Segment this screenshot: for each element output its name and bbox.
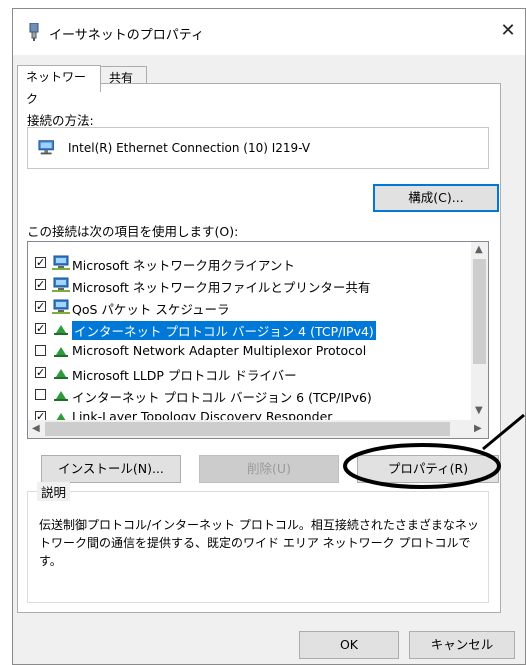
- protocol-icon: [54, 369, 68, 379]
- protocol-icon: [54, 391, 68, 401]
- scroll-left-icon[interactable]: ◀: [32, 423, 40, 434]
- list-item[interactable]: Microsoft Network Adapter Multiplexor Pr…: [28, 340, 468, 362]
- checkbox[interactable]: ✓: [35, 301, 46, 312]
- tab-network[interactable]: ネットワーク: [17, 65, 101, 106]
- items-list[interactable]: ✓ Microsoft ネットワーク用クライアント ✓ Microsoft ネッ…: [27, 241, 489, 439]
- protocol-icon: [54, 325, 68, 335]
- description-text: 伝送制御プロトコル/インターネット プロトコル。相互接続されたさまざまなネットワ…: [39, 518, 479, 568]
- adapter-box: Intel(R) Ethernet Connection (10) I219-V: [27, 127, 489, 169]
- cancel-button[interactable]: キャンセル: [409, 631, 515, 659]
- horizontal-scrollbar[interactable]: ◀ ▶: [28, 420, 488, 438]
- configure-button[interactable]: 構成(C)...: [373, 184, 499, 212]
- protocol-icon: [54, 347, 68, 357]
- ethernet-adapter-icon: [38, 140, 54, 155]
- scroll-up-icon[interactable]: ▲: [475, 244, 483, 255]
- list-item[interactable]: ✓ Microsoft LLDP プロトコル ドライバー: [28, 362, 468, 384]
- description-legend: 説明: [37, 482, 71, 501]
- list-item-label: Microsoft Network Adapter Multiplexor Pr…: [72, 343, 367, 358]
- file-printer-sharing-icon: [52, 277, 70, 292]
- scroll-right-icon[interactable]: ▶: [474, 423, 482, 434]
- horizontal-scroll-thumb[interactable]: [45, 422, 450, 436]
- list-item-label: QoS パケット スケジューラ: [72, 302, 230, 317]
- list-item-label: Microsoft LLDP プロトコル ドライバー: [72, 368, 297, 383]
- window-title: イーサネットのプロパティ: [49, 28, 204, 43]
- checkbox[interactable]: ✓: [35, 323, 46, 334]
- properties-button[interactable]: プロパティ(R): [357, 455, 499, 483]
- items-label: この接続は次の項目を使用します(O):: [27, 224, 239, 239]
- list-item[interactable]: ✓ QoS パケット スケジューラ: [28, 296, 468, 318]
- network-client-icon: [52, 255, 70, 270]
- checkbox[interactable]: ✓: [35, 367, 46, 378]
- ok-button[interactable]: OK: [299, 631, 399, 659]
- vertical-scrollbar[interactable]: ▲ ▼: [471, 242, 488, 420]
- uninstall-button[interactable]: 削除(U): [199, 455, 339, 483]
- close-button[interactable]: ✕: [497, 21, 519, 43]
- close-icon: ✕: [500, 20, 516, 41]
- list-item[interactable]: ✓ Microsoft ネットワーク用クライアント: [28, 252, 468, 274]
- list-item-label: インターネット プロトコル バージョン 6 (TCP/IPv6): [72, 390, 372, 405]
- network-adapter-icon: [29, 23, 39, 41]
- qos-scheduler-icon: [52, 299, 70, 314]
- install-button[interactable]: インストール(N)...: [41, 455, 181, 483]
- properties-dialog: イーサネットのプロパティ ✕ ネットワーク 共有 接続の方法: Intel(R)…: [12, 8, 526, 665]
- list-item-label: Microsoft ネットワーク用ファイルとプリンター共有: [72, 280, 371, 295]
- list-item-label: インターネット プロトコル バージョン 4 (TCP/IPv4): [72, 321, 376, 340]
- title-bar: イーサネットのプロパティ ✕: [13, 9, 525, 55]
- adapter-name: Intel(R) Ethernet Connection (10) I219-V: [68, 141, 311, 155]
- checkbox[interactable]: [35, 389, 46, 400]
- list-item-label: Microsoft ネットワーク用クライアント: [72, 258, 295, 273]
- list-item[interactable]: ✓ Microsoft ネットワーク用ファイルとプリンター共有: [28, 274, 468, 296]
- vertical-scroll-thumb[interactable]: [473, 259, 486, 364]
- checkbox[interactable]: [35, 345, 46, 356]
- list-item[interactable]: インターネット プロトコル バージョン 6 (TCP/IPv6): [28, 384, 468, 406]
- checkbox[interactable]: ✓: [35, 257, 46, 268]
- checkbox[interactable]: ✓: [35, 279, 46, 290]
- scroll-down-icon[interactable]: ▼: [475, 405, 483, 416]
- list-item[interactable]: ✓ インターネット プロトコル バージョン 4 (TCP/IPv4): [28, 318, 468, 340]
